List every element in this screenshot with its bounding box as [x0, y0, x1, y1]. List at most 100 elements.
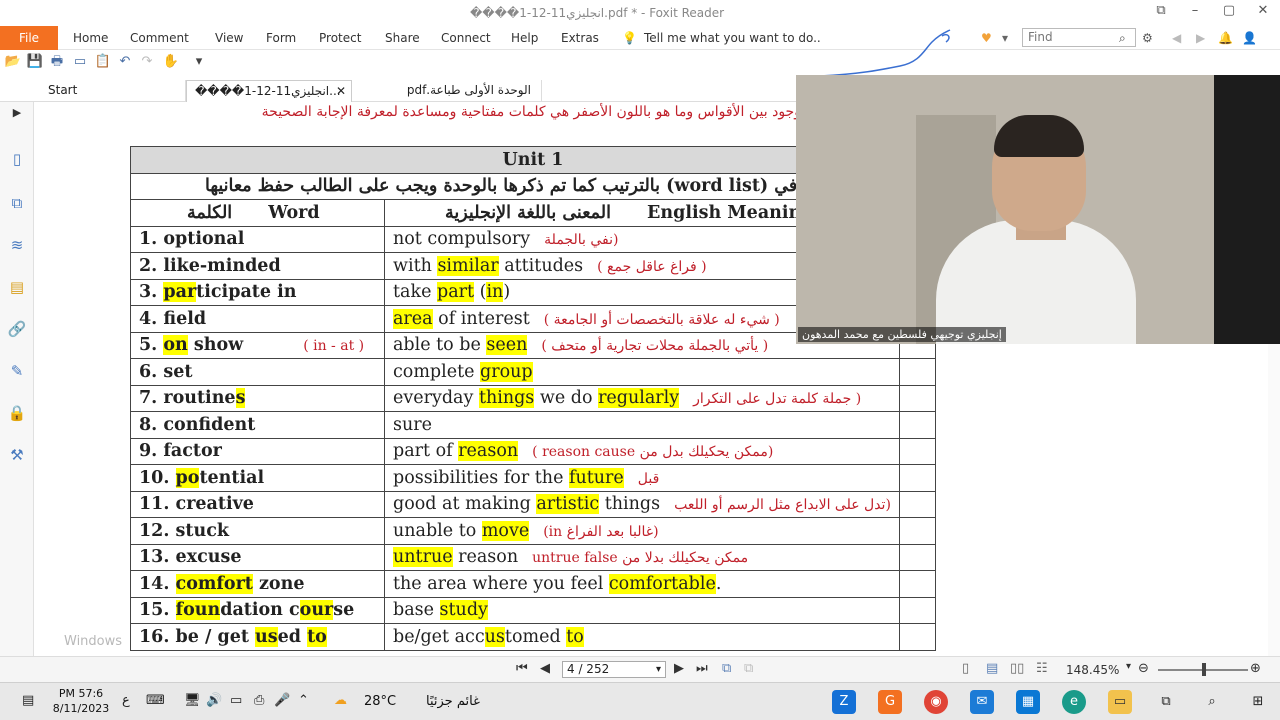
- keyword-highlight: s: [235, 388, 246, 409]
- vocab-word: 5. on show ( in - at ): [130, 331, 385, 359]
- presenter-hair: [994, 115, 1084, 157]
- gear-icon[interactable]: ⚙: [1142, 31, 1153, 45]
- customize-toolbar-icon[interactable]: ▾: [190, 53, 208, 71]
- microphone-icon[interactable]: 🎤: [274, 693, 290, 708]
- attachment-icon[interactable]: 🔗: [7, 320, 27, 340]
- signature-icon[interactable]: ✎: [7, 362, 27, 382]
- network-icon[interactable]: 🖥: [184, 693, 201, 708]
- vocab-extra-cell: [898, 358, 936, 386]
- mail-icon[interactable]: ✉: [970, 690, 994, 714]
- zoom-level[interactable]: 148.45%: [1066, 663, 1119, 677]
- system-clock[interactable]: PM 57:6 8/11/2023: [50, 686, 112, 716]
- vocab-word: 14. comfort zone: [130, 570, 385, 598]
- continuous-page-icon[interactable]: ▤: [986, 661, 998, 676]
- continuous-facing-icon[interactable]: ☷: [1036, 661, 1048, 676]
- keyword-highlight: move: [481, 520, 530, 541]
- menu-protect[interactable]: Protect: [319, 31, 361, 45]
- layers-copy-icon[interactable]: ⧉: [7, 194, 27, 214]
- weather-temperature[interactable]: 28°C: [364, 694, 396, 709]
- header-word: الكلمة Word: [130, 199, 385, 227]
- file-explorer-icon[interactable]: ▭: [1108, 690, 1132, 714]
- print-icon[interactable]: 🖶: [48, 53, 66, 71]
- edge-icon[interactable]: e: [1062, 690, 1086, 714]
- single-page-icon[interactable]: ▯: [962, 661, 969, 676]
- zoom-slider-handle[interactable]: [1202, 663, 1206, 676]
- page-number-input[interactable]: 4 / 252 ▾: [562, 661, 666, 678]
- chrome-icon[interactable]: ◉: [924, 690, 948, 714]
- save-icon[interactable]: 💾: [26, 53, 44, 71]
- prev-result-icon[interactable]: ◀: [1172, 31, 1181, 45]
- window-icon[interactable]: ▭: [71, 53, 89, 71]
- show-hidden-icons[interactable]: ⌃: [298, 693, 309, 708]
- notification-icon[interactable]: ▤: [22, 693, 34, 708]
- last-page-icon[interactable]: ⏭: [696, 661, 708, 676]
- menu-home[interactable]: Home: [73, 31, 108, 45]
- foxit-reader-app-icon[interactable]: G: [878, 690, 902, 714]
- next-result-icon[interactable]: ▶: [1196, 31, 1205, 45]
- undo-icon[interactable]: ↶: [116, 53, 134, 71]
- tab-start[interactable]: Start: [40, 80, 186, 102]
- tools-icon[interactable]: ⚒: [7, 446, 27, 466]
- file-menu[interactable]: File: [0, 26, 58, 50]
- facing-page-icon[interactable]: ▯▯: [1010, 661, 1024, 676]
- search-icon[interactable]: ⌕: [1119, 31, 1126, 46]
- chevron-down-icon[interactable]: ▾: [1002, 31, 1008, 45]
- tab-unit1-print[interactable]: الوحدة الأولى طباعة.pdf: [352, 80, 542, 102]
- redo-icon[interactable]: ↷: [138, 53, 156, 71]
- store-icon[interactable]: ▦: [1016, 690, 1040, 714]
- device-icon[interactable]: ⎙: [254, 693, 264, 708]
- maximize-button[interactable]: ▢: [1212, 0, 1246, 24]
- keyword-highlight: regularly: [598, 388, 680, 409]
- weather-condition[interactable]: غائم جزئيًا: [426, 694, 480, 709]
- menu-help[interactable]: Help: [511, 31, 538, 45]
- expand-panel-icon[interactable]: ▶: [7, 106, 27, 126]
- input-language[interactable]: ع: [122, 693, 130, 708]
- clipboard-icon[interactable]: 📋: [94, 53, 112, 71]
- keyboard-icon[interactable]: ⌨: [146, 693, 165, 708]
- zoom-dropdown-icon[interactable]: ▾: [1126, 661, 1131, 672]
- hand-tool-icon[interactable]: ✋: [162, 53, 180, 71]
- open-folder-icon[interactable]: 📂: [4, 53, 22, 71]
- close-button[interactable]: ✕: [1246, 0, 1280, 24]
- close-tab-icon[interactable]: ✕: [336, 81, 346, 102]
- menu-share[interactable]: Share: [385, 31, 420, 45]
- first-page-icon[interactable]: ⏮: [516, 661, 528, 676]
- vocab-meaning: base study: [384, 596, 900, 624]
- menu-connect[interactable]: Connect: [441, 31, 491, 45]
- next-page-icon[interactable]: ▶: [674, 661, 684, 676]
- page-dropdown-icon[interactable]: ▾: [656, 662, 661, 677]
- minimize-button[interactable]: –: [1178, 0, 1212, 24]
- zoom-out-icon[interactable]: ⊖: [1138, 661, 1149, 676]
- menu-extras[interactable]: Extras: [561, 31, 599, 45]
- comments-icon[interactable]: ▤: [7, 278, 27, 298]
- lock-icon[interactable]: 🔒: [7, 404, 27, 424]
- restore-layout-icon[interactable]: ⧉: [1144, 0, 1178, 24]
- menu-view[interactable]: View: [215, 31, 243, 45]
- battery-icon[interactable]: ▭: [230, 693, 242, 708]
- task-view-icon[interactable]: ⧉: [1154, 690, 1178, 714]
- vocab-row: 16. be / get used to be/get accustomed to: [130, 623, 936, 651]
- search-taskbar-icon[interactable]: ⌕: [1200, 690, 1224, 714]
- layers-icon[interactable]: ≋: [7, 236, 27, 256]
- keyword-highlight: future: [568, 467, 624, 488]
- zoom-in-icon[interactable]: ⊕: [1250, 661, 1261, 676]
- tell-me-box[interactable]: Tell me what you want to do..: [644, 31, 821, 45]
- menu-comment[interactable]: Comment: [130, 31, 189, 45]
- weather-icon[interactable]: ☁: [334, 693, 347, 708]
- windows-start-icon[interactable]: ⊞: [1246, 690, 1270, 714]
- page-thumbnails-icon[interactable]: ▯: [7, 150, 27, 170]
- vocab-row: 11. creative good at making artistic thin…: [130, 490, 936, 518]
- heart-icon[interactable]: ♥: [981, 31, 992, 45]
- copy-view-icon[interactable]: ⧉: [722, 661, 731, 676]
- account-icon[interactable]: 👤: [1242, 31, 1257, 45]
- bell-icon[interactable]: 🔔: [1218, 31, 1233, 45]
- replace-view-icon[interactable]: ⧉: [744, 661, 753, 676]
- vocab-meaning-text: be/get accustomed to: [393, 626, 584, 647]
- zoom-app-icon[interactable]: Z: [832, 690, 856, 714]
- menu-form[interactable]: Form: [266, 31, 296, 45]
- keyword-highlight: part: [437, 282, 475, 303]
- prev-page-icon[interactable]: ◀: [540, 661, 550, 676]
- vocab-meaning: everyday things we do regularly ( جملة كل…: [384, 384, 900, 412]
- volume-icon[interactable]: 🔊: [206, 693, 222, 708]
- tab-active-document[interactable]: ����انجليزي11-12-1... ✕: [186, 80, 352, 102]
